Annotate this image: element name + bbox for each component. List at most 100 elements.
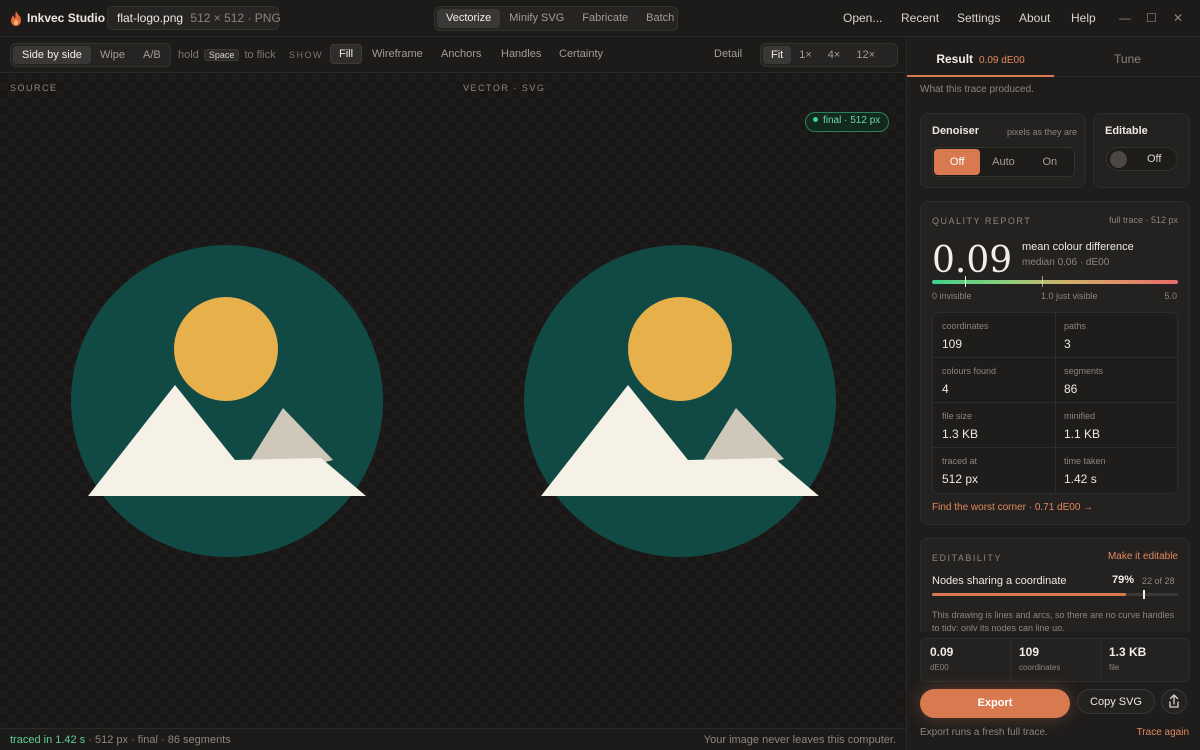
zoom-fit[interactable]: Fit xyxy=(763,46,792,64)
stat-value: 4 xyxy=(942,382,949,396)
denoiser-auto[interactable]: Auto xyxy=(980,149,1026,175)
stat-traced-at: traced at 512 px xyxy=(933,448,1055,493)
panel-subtitle: What this trace produced. xyxy=(920,84,1034,95)
menu-settings[interactable]: Settings xyxy=(957,11,1000,25)
stat-segments: segments 86 xyxy=(1055,358,1177,403)
status-traced: traced in 1.42 s xyxy=(10,734,86,746)
file-pill[interactable]: flat-logo.png 512 × 512 · PNG xyxy=(107,6,281,30)
app-name: Inkvec Studio xyxy=(27,11,106,25)
tab-fabricate[interactable]: Fabricate xyxy=(573,9,637,28)
stat-value: 109 xyxy=(942,337,963,351)
stat-key: time taken xyxy=(1064,456,1106,466)
stat-paths: paths 3 xyxy=(1055,313,1177,358)
nodes-sharing-count: 22 of 28 xyxy=(1142,576,1175,586)
denoiser-title: Denoiser xyxy=(932,125,980,137)
scale-max-label: 5.0 xyxy=(1164,291,1177,301)
quality-report-card: QUALITY REPORT full trace · 512 px 0.09 … xyxy=(920,201,1190,525)
hint-prefix: hold xyxy=(178,49,199,61)
tab-minify-svg[interactable]: Minify SVG xyxy=(500,9,573,28)
copy-svg-button[interactable]: Copy SVG xyxy=(1077,689,1155,714)
menu-open[interactable]: Open... xyxy=(843,11,882,25)
file-name: flat-logo.png xyxy=(117,11,184,25)
share-icon xyxy=(1169,694,1179,708)
editable-card: Editable Off xyxy=(1093,113,1190,188)
quality-scope: full trace · 512 px xyxy=(1108,215,1178,225)
show-certainty[interactable]: Certainty xyxy=(559,48,603,60)
final-badge-text: final · 512 px xyxy=(823,115,881,126)
tab-vectorize[interactable]: Vectorize xyxy=(437,9,501,28)
denoiser-on[interactable]: On xyxy=(1027,149,1073,175)
metric-median: median 0.06 · dE00 xyxy=(1022,257,1110,268)
hint-suffix: to flick xyxy=(244,49,276,61)
stat-file-size: file size 1.3 KB xyxy=(933,403,1055,448)
quality-marker xyxy=(965,276,966,287)
just-visible-marker xyxy=(1042,276,1043,287)
stat-value: 1.3 KB xyxy=(942,427,979,441)
share-button[interactable] xyxy=(1161,689,1187,714)
maximize-icon[interactable]: ☐ xyxy=(1146,11,1157,25)
tab-result[interactable]: Result 0.09 dE00 xyxy=(907,37,1054,77)
zoom-12x[interactable]: 12× xyxy=(848,46,883,64)
canvas-area[interactable]: SOURCE VECTOR · SVG final · 512 px xyxy=(0,74,906,728)
status-details: · 512 px · final · 86 segments xyxy=(88,734,231,746)
stat-key: colours found xyxy=(942,366,997,376)
view-mode-selector: Side by side Wipe A/B xyxy=(10,43,171,67)
summary-de00: 0.09 dE00 xyxy=(921,639,1011,681)
show-wireframe[interactable]: Wireframe xyxy=(372,48,423,60)
denoiser-card: Denoiser pixels as they are Off Auto On xyxy=(920,113,1086,188)
show-fill[interactable]: Fill xyxy=(330,44,363,64)
summary-key: coordinates xyxy=(1019,663,1061,672)
view-wipe[interactable]: Wipe xyxy=(91,46,134,64)
tab-tune[interactable]: Tune xyxy=(1054,37,1200,77)
show-anchors[interactable]: Anchors xyxy=(441,48,481,60)
toggle-knob xyxy=(1110,151,1127,168)
editability-card: EDITABILITY Make it editable Nodes shari… xyxy=(920,538,1190,632)
scale-min-label: 0 invisible xyxy=(932,291,972,301)
flick-hint: hold Space to flick xyxy=(178,49,276,61)
view-ab[interactable]: A/B xyxy=(134,46,170,64)
space-key: Space xyxy=(203,49,240,61)
trace-again-link[interactable]: Trace again xyxy=(1137,727,1189,738)
tab-result-label: Result xyxy=(936,52,974,66)
worst-corner-link[interactable]: Find the worst corner · 0.71 dE00 → xyxy=(932,502,1093,513)
summary-key: file xyxy=(1109,663,1120,672)
view-side-by-side[interactable]: Side by side xyxy=(13,46,91,64)
zoom-4x[interactable]: 4× xyxy=(820,46,849,64)
quality-scale-bar xyxy=(932,280,1178,284)
stat-value: 86 xyxy=(1064,382,1078,396)
status-trace-info: traced in 1.42 s · 512 px · final · 86 s… xyxy=(10,734,231,746)
minimize-icon[interactable]: — xyxy=(1119,11,1131,25)
scale-mid-label: 1.0 just visible xyxy=(1041,291,1098,301)
quality-report-label: QUALITY REPORT xyxy=(932,216,1032,226)
close-icon[interactable]: ✕ xyxy=(1173,11,1183,25)
nodes-sharing-fill xyxy=(932,593,1127,596)
make-editable-link[interactable]: Make it editable xyxy=(1108,551,1178,562)
source-label: SOURCE xyxy=(10,83,58,93)
zoom-1x[interactable]: 1× xyxy=(791,46,820,64)
nodes-sharing-bar xyxy=(932,593,1178,596)
denoiser-off[interactable]: Off xyxy=(934,149,981,175)
summary-coordinates: 109 coordinates xyxy=(1010,639,1100,681)
stat-key: paths xyxy=(1064,321,1087,331)
menu-recent[interactable]: Recent xyxy=(901,11,939,25)
stat-time-taken: time taken 1.42 s xyxy=(1055,448,1177,493)
export-button[interactable]: Export xyxy=(920,689,1070,718)
denoiser-selector: Off Auto On xyxy=(932,147,1075,177)
show-handles[interactable]: Handles xyxy=(501,48,541,60)
menu-help[interactable]: Help xyxy=(1071,11,1096,25)
nodes-sharing-label: Nodes sharing a coordinate xyxy=(932,575,1067,587)
stat-colours-found: colours found 4 xyxy=(933,358,1055,403)
tab-batch[interactable]: Batch xyxy=(637,9,683,28)
stat-key: minified xyxy=(1064,411,1096,421)
status-dot-icon xyxy=(813,117,818,122)
editable-toggle-state: Off xyxy=(1147,153,1162,165)
nodes-sharing-percent: 79% xyxy=(1112,574,1135,586)
editability-description: This drawing is lines and arcs, so there… xyxy=(932,610,1175,631)
export-note: Export runs a fresh full trace. xyxy=(920,727,1048,738)
detail-toggle[interactable]: Detail xyxy=(714,48,742,60)
summary-strip: 0.09 dE00 109 coordinates 1.3 KB file xyxy=(920,638,1190,682)
vector-preview xyxy=(524,245,836,557)
menu-about[interactable]: About xyxy=(1019,11,1050,25)
stat-value: 512 px xyxy=(942,472,979,486)
editable-toggle[interactable]: Off xyxy=(1106,147,1178,171)
